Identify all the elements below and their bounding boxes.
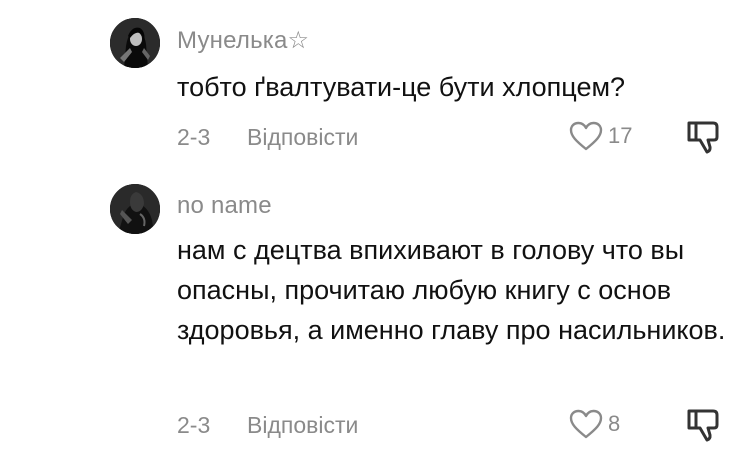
like-count: 8 [608, 411, 621, 436]
dislike-button[interactable] [686, 407, 720, 443]
comment-text: тобто ґвалтувати-це бути хлопцем? [177, 72, 626, 102]
comment-item: no name нам с децтва впихивают в голову … [0, 180, 750, 454]
reply-button[interactable]: Відповісти [247, 412, 358, 439]
avatar[interactable] [110, 18, 160, 68]
reply-button[interactable]: Відповісти [247, 124, 358, 151]
comment-item: Мунелька☆ тобто ґвалтувати-це бути хлопц… [0, 0, 750, 180]
comment-username[interactable]: Мунелька☆ [177, 26, 309, 55]
comment-text: нам с децтва впихивают в голову что вы о… [177, 235, 726, 345]
thumbs-down-icon [686, 407, 720, 443]
avatar-image [110, 18, 160, 68]
comment-date: 2-3 [177, 412, 211, 438]
like-count: 17 [608, 123, 633, 148]
avatar[interactable] [110, 184, 160, 234]
like-button[interactable]: 17 [568, 120, 632, 152]
thumbs-down-icon [686, 119, 720, 155]
comment-date: 2-3 [177, 124, 211, 150]
heart-icon [568, 120, 604, 152]
heart-icon [568, 408, 604, 440]
dislike-button[interactable] [686, 119, 720, 155]
comment-username[interactable]: no name [177, 192, 272, 220]
like-button[interactable]: 8 [568, 408, 620, 440]
avatar-image [110, 184, 160, 234]
